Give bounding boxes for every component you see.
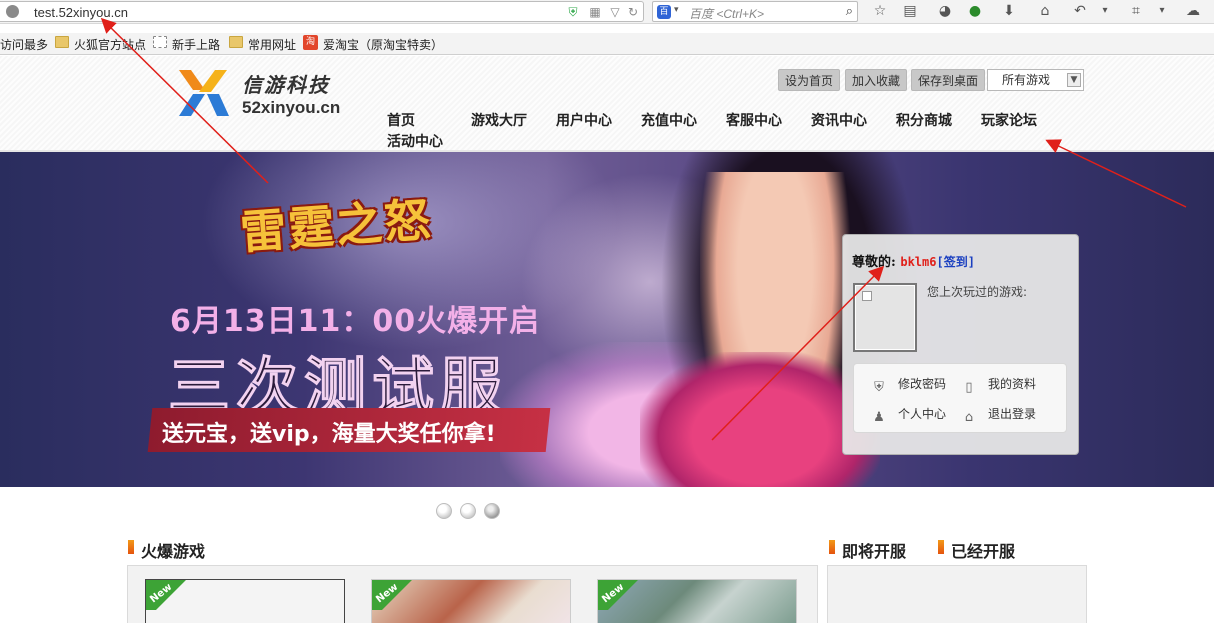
last-played-label: 您上次玩过的游戏: — [927, 285, 1028, 299]
personal-center-label: 个人中心 — [898, 407, 947, 421]
section-marker-icon — [829, 540, 835, 554]
nav-recharge-center[interactable]: 充值中心 — [641, 110, 697, 130]
sign-in-link[interactable]: [签到] — [936, 255, 974, 269]
nav-service-center[interactable]: 客服中心 — [726, 110, 782, 130]
star-bookmark-icon[interactable]: ☆ — [871, 2, 889, 20]
browser-toolbar: test.52xinyou.cn ⛨ ▦ ▽ ↻ 百 ▾ 百度 <Ctrl+K>… — [0, 0, 1214, 24]
game-card[interactable]: New — [145, 579, 345, 623]
last-game-thumbnail[interactable] — [853, 283, 917, 352]
chat-icon[interactable]: ☁ — [1184, 2, 1202, 20]
already-open-tab[interactable]: 已经开服 — [951, 538, 1015, 562]
personal-center-link[interactable]: ♟ 个人中心 — [872, 405, 946, 425]
search-box[interactable]: 百 ▾ 百度 <Ctrl+K> ⌕ — [652, 1, 858, 22]
game-card[interactable]: New — [371, 579, 571, 623]
logout-label: 退出登录 — [988, 407, 1037, 421]
greeting: 尊敬的: bklm6[签到] — [852, 251, 975, 270]
globe-icon — [6, 5, 19, 18]
shield-icon[interactable]: ⛨ — [566, 5, 580, 19]
carousel-dot-2[interactable] — [460, 503, 476, 519]
new-badge: New — [598, 580, 640, 610]
download-icon[interactable]: ⬇ — [1000, 2, 1018, 20]
game-select[interactable]: 所有游戏 ▼ — [987, 69, 1084, 91]
addon-icon[interactable]: ● — [966, 2, 984, 20]
section-marker-icon — [938, 540, 944, 554]
banner-date-text: 6月13日11：00火爆开启 — [170, 304, 541, 339]
new-badge: New — [146, 580, 188, 610]
logout-link[interactable]: ⌂ 退出登录 — [962, 405, 1036, 425]
search-placeholder[interactable]: 百度 <Ctrl+K> — [689, 5, 764, 22]
reload-icon[interactable]: ↻ — [626, 5, 640, 19]
change-password-label: 修改密码 — [898, 377, 947, 391]
nav-home[interactable]: 首页 — [387, 110, 415, 130]
qrcode-icon[interactable]: ▦ — [588, 5, 602, 19]
game-title-art: 雷霆之怒 — [238, 192, 434, 260]
set-homepage-button[interactable]: 设为首页 — [778, 69, 841, 91]
taobao-icon: 淘 — [303, 35, 318, 50]
add-favorite-button[interactable]: 加入收藏 — [845, 69, 908, 91]
url-text[interactable]: test.52xinyou.cn — [34, 5, 128, 20]
greeting-label: 尊敬的: — [852, 255, 896, 270]
new-badge-text: New — [374, 581, 401, 606]
crop-screenshot-icon[interactable]: ⌗ — [1127, 2, 1145, 20]
chevron-down-icon: ▼ — [1067, 73, 1081, 87]
new-badge: New — [372, 580, 414, 610]
user-icon: ♟ — [873, 410, 885, 425]
search-engine-dropdown-icon[interactable]: ▾ — [674, 5, 679, 15]
save-to-desktop-button[interactable]: 保存到桌面 — [911, 69, 986, 91]
game-card[interactable]: New — [597, 579, 797, 623]
nav-player-forum[interactable]: 玩家论坛 — [981, 110, 1037, 130]
nav-points-mall[interactable]: 积分商城 — [896, 110, 952, 130]
server-list-panel — [827, 565, 1087, 623]
carousel-dot-3[interactable] — [484, 503, 500, 519]
bookmark-getting-started[interactable]: 新手上路 — [172, 36, 220, 53]
home-icon: ⌂ — [964, 410, 974, 425]
palette-icon[interactable]: ◕ — [936, 2, 954, 20]
site-header: 信游科技 52xinyou.cn 设为首页 加入收藏 保存到桌面 所有游戏 ▼ … — [0, 56, 1214, 152]
bookmark-firefox-official[interactable]: 火狐官方站点 — [74, 36, 146, 53]
change-password-link[interactable]: ⛨ 修改密码 — [872, 375, 946, 395]
game-select-value: 所有游戏 — [1002, 73, 1051, 87]
logo-text-cn[interactable]: 信游科技 — [242, 69, 330, 98]
username: bklm6 — [900, 255, 937, 269]
shield-icon: ⛨ — [874, 380, 884, 395]
nav-user-center[interactable]: 用户中心 — [556, 110, 612, 130]
bookmark-most-visited[interactable]: 访问最多 — [0, 36, 48, 53]
home-icon[interactable]: ⌂ — [1036, 2, 1054, 20]
bookmarks-bar: 访问最多 火狐官方站点 新手上路 常用网址 淘 爱淘宝（原淘宝特卖） — [0, 33, 1214, 55]
my-profile-link[interactable]: ▯ 我的资料 — [962, 375, 1036, 395]
phone-icon: ▯ — [965, 380, 973, 395]
screenshot-root: test.52xinyou.cn ⛨ ▦ ▽ ↻ 百 ▾ 百度 <Ctrl+K>… — [0, 0, 1214, 623]
undo-dropdown-icon[interactable]: ▾ — [1096, 2, 1114, 20]
folder-icon — [229, 36, 243, 48]
undo-icon[interactable]: ↶ — [1071, 2, 1089, 20]
logo-text-en[interactable]: 52xinyou.cn — [242, 98, 340, 118]
nav-activity-center[interactable]: 活动中心 — [387, 131, 443, 151]
logo-x-icon[interactable] — [175, 68, 231, 118]
search-icon[interactable]: ⌕ — [846, 4, 853, 19]
folder-icon — [55, 36, 69, 48]
hot-games-title: 火爆游戏 — [141, 542, 206, 561]
new-badge-text: New — [600, 581, 627, 606]
baidu-paw-icon[interactable]: 百 — [657, 5, 671, 19]
section-marker-icon — [128, 540, 134, 554]
user-menu: ⛨ 修改密码 ▯ 我的资料 ♟ 个人中心 ⌂ 退出登录 — [853, 363, 1067, 433]
nav-game-hall[interactable]: 游戏大厅 — [471, 110, 527, 130]
broken-image-icon — [862, 291, 872, 301]
coming-soon-tab[interactable]: 即将开服 — [842, 538, 906, 562]
page-icon — [153, 36, 167, 48]
crop-dropdown-icon[interactable]: ▾ — [1153, 2, 1171, 20]
my-profile-label: 我的资料 — [988, 377, 1037, 391]
address-bar[interactable]: test.52xinyou.cn ⛨ ▦ ▽ ↻ — [0, 1, 644, 22]
banner-red-text: 送元宝，送vip，海量大奖任你拿! — [162, 422, 496, 447]
user-panel: 尊敬的: bklm6[签到] 您上次玩过的游戏: ⛨ 修改密码 ▯ 我的资料 ♟ 个人… — [842, 234, 1079, 455]
nav-news-center[interactable]: 资讯中心 — [811, 110, 867, 130]
reading-list-icon[interactable]: ▤ — [901, 2, 919, 20]
new-badge-text: New — [148, 581, 175, 606]
bookmark-common-sites[interactable]: 常用网址 — [248, 36, 296, 53]
carousel-dot-1[interactable] — [436, 503, 452, 519]
bookmark-aitaobao[interactable]: 爱淘宝（原淘宝特卖） — [323, 36, 443, 53]
dropdown-arrow-icon[interactable]: ▽ — [608, 5, 622, 19]
